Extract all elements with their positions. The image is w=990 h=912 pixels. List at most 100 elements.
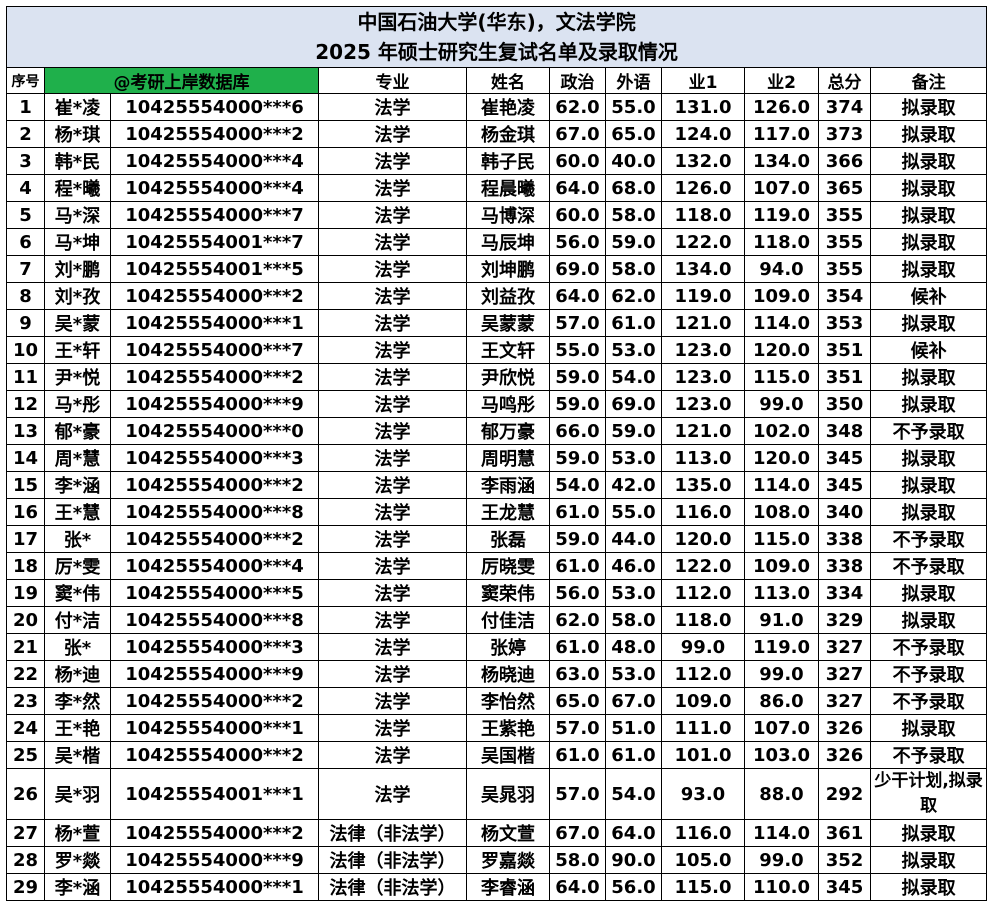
cell-politics: 66.0	[549, 417, 606, 445]
cell-major: 法学	[318, 417, 467, 445]
cell-foreign: 61.0	[605, 309, 662, 337]
cell-foreign: 46.0	[605, 552, 662, 580]
table-row: 20 付*洁 10425554000***8 法学 付佳洁 62.0 58.0 118.0 91…	[6, 606, 988, 634]
cell-subject2: 115.0	[744, 525, 819, 553]
cell-masked-name: 杨*琪	[44, 120, 111, 148]
cell-masked-name: 张*	[44, 525, 111, 553]
cell-foreign: 54.0	[605, 768, 662, 820]
cell-exam-id: 10425554000***8	[110, 498, 319, 526]
header-subject1: 业1	[661, 67, 745, 94]
cell-masked-name: 马*坤	[44, 228, 111, 256]
cell-subject1: 134.0	[661, 255, 745, 283]
table-row: 25 吴*楷 10425554000***2 法学 吴国楷 61.0 61.0 101.0 10…	[6, 741, 988, 769]
table-row: 29 李*涵 10425554000***1 法律（非法学） 李睿涵 64.0 56.0 11…	[6, 873, 988, 901]
cell-subject2: 99.0	[744, 390, 819, 418]
cell-politics: 60.0	[549, 201, 606, 229]
cell-politics: 61.0	[549, 741, 606, 769]
table-row: 10 王*轩 10425554000***7 法学 王文轩 55.0 53.0 123.0 12…	[6, 336, 988, 364]
cell-masked-name: 张*	[44, 633, 111, 661]
cell-note: 少干计划,拟录取	[869, 768, 988, 820]
table-row: 26 吴*羽 10425554001***1 法学 吴晁羽 57.0 54.0 93.0 88.…	[6, 768, 988, 820]
cell-note: 拟录取	[869, 147, 988, 175]
cell-note: 拟录取	[869, 498, 988, 526]
cell-masked-name: 李*然	[44, 687, 111, 715]
cell-seq: 20	[6, 606, 45, 634]
cell-foreign: 62.0	[605, 282, 662, 310]
cell-note: 不予录取	[869, 552, 988, 580]
cell-major: 法学	[318, 768, 467, 820]
cell-major: 法学	[318, 201, 467, 229]
cell-major: 法学	[318, 174, 467, 202]
cell-major: 法学	[318, 444, 467, 472]
cell-politics: 57.0	[549, 309, 606, 337]
cell-subject1: 121.0	[661, 309, 745, 337]
table-row: 17 张* 10425554000***2 法学 张磊 59.0 44.0 120.0 115.…	[6, 525, 988, 553]
header-seq: 序号	[6, 67, 45, 94]
cell-masked-name: 郁*豪	[44, 417, 111, 445]
cell-total: 348	[818, 417, 871, 445]
cell-subject1: 131.0	[661, 93, 745, 121]
cell-politics: 69.0	[549, 255, 606, 283]
cell-subject2: 103.0	[744, 741, 819, 769]
cell-masked-name: 付*洁	[44, 606, 111, 634]
cell-subject1: 93.0	[661, 768, 745, 820]
cell-name: 付佳洁	[466, 606, 550, 634]
sheet-title-line2: 2025 年硕士研究生复试名单及录取情况	[5, 37, 988, 68]
cell-subject2: 118.0	[744, 228, 819, 256]
cell-name: 王文轩	[466, 336, 550, 364]
cell-exam-id: 10425554000***2	[110, 471, 319, 499]
cell-politics: 56.0	[549, 228, 606, 256]
cell-total: 366	[818, 147, 871, 175]
cell-subject2: 114.0	[744, 309, 819, 337]
cell-seq: 25	[6, 741, 45, 769]
cell-seq: 10	[6, 336, 45, 364]
cell-masked-name: 周*慧	[44, 444, 111, 472]
cell-exam-id: 10425554000***9	[110, 660, 319, 688]
cell-subject2: 91.0	[744, 606, 819, 634]
cell-total: 327	[818, 687, 871, 715]
cell-major: 法学	[318, 606, 467, 634]
cell-total: 355	[818, 201, 871, 229]
header-politics: 政治	[549, 67, 606, 94]
cell-subject2: 108.0	[744, 498, 819, 526]
cell-major: 法学	[318, 471, 467, 499]
cell-exam-id: 10425554000***5	[110, 579, 319, 607]
cell-major: 法学	[318, 363, 467, 391]
header-name: 姓名	[466, 67, 550, 94]
table-row: 12 马*彤 10425554000***9 法学 马鸣彤 59.0 69.0 123.0 99…	[6, 390, 988, 418]
cell-total: 353	[818, 309, 871, 337]
cell-name: 周明慧	[466, 444, 550, 472]
title-row-2: 2025 年硕士研究生复试名单及录取情况	[5, 37, 988, 68]
cell-seq: 1	[6, 93, 45, 121]
sheet-title-line1: 中国石油大学(华东)，文法学院	[5, 6, 988, 37]
cell-foreign: 69.0	[605, 390, 662, 418]
cell-masked-name: 刘*鹏	[44, 255, 111, 283]
cell-total: 351	[818, 336, 871, 364]
cell-subject2: 88.0	[744, 768, 819, 820]
cell-major: 法律（非法学）	[318, 873, 467, 901]
cell-seq: 4	[6, 174, 45, 202]
title-row-1: 中国石油大学(华东)，文法学院	[5, 6, 988, 37]
cell-seq: 21	[6, 633, 45, 661]
table-row: 18 厉*雯 10425554000***4 法学 厉晓雯 61.0 46.0 122.0 10…	[6, 552, 988, 580]
cell-seq: 7	[6, 255, 45, 283]
cell-subject2: 119.0	[744, 201, 819, 229]
cell-politics: 61.0	[549, 552, 606, 580]
cell-seq: 19	[6, 579, 45, 607]
table-row: 21 张* 10425554000***3 法学 张婷 61.0 48.0 99.0 119.0…	[6, 633, 988, 661]
cell-subject1: 132.0	[661, 147, 745, 175]
cell-seq: 16	[6, 498, 45, 526]
cell-note: 拟录取	[869, 93, 988, 121]
cell-major: 法学	[318, 579, 467, 607]
cell-exam-id: 10425554000***1	[110, 309, 319, 337]
cell-subject1: 116.0	[661, 819, 745, 847]
cell-subject1: 135.0	[661, 471, 745, 499]
cell-subject2: 99.0	[744, 660, 819, 688]
cell-note: 拟录取	[869, 714, 988, 742]
cell-note: 拟录取	[869, 873, 988, 901]
cell-total: 350	[818, 390, 871, 418]
cell-note: 候补	[869, 282, 988, 310]
cell-total: 340	[818, 498, 871, 526]
cell-major: 法学	[318, 741, 467, 769]
cell-foreign: 53.0	[605, 660, 662, 688]
